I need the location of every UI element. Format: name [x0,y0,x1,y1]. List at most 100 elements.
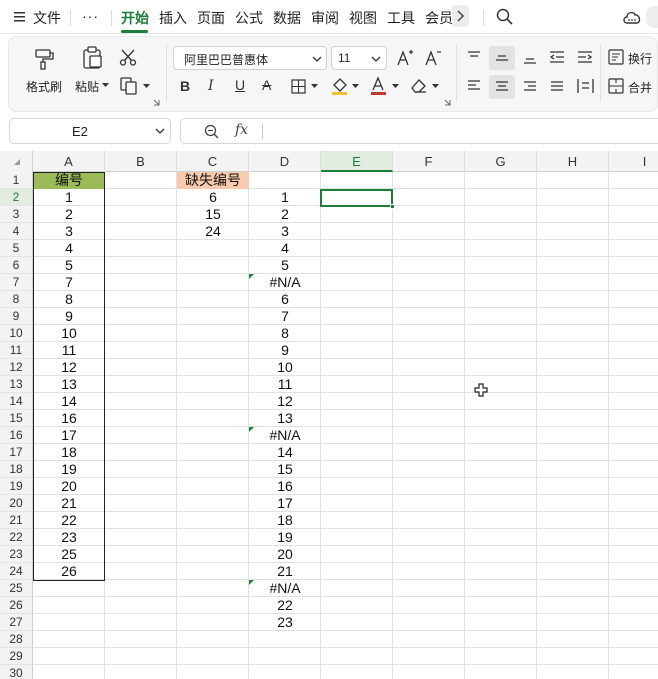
row-header-14[interactable]: 14 [0,393,33,410]
border-icon[interactable] [291,79,306,94]
cell-d12[interactable]: 10 [249,359,321,376]
chevron-down-icon[interactable] [102,83,109,88]
merge-cells-button[interactable]: 合并 [628,79,652,96]
decrease-font-icon[interactable] [425,49,443,67]
cell-a17[interactable]: 18 [33,444,105,461]
chevron-down-icon[interactable] [392,84,399,89]
row-header-3[interactable]: 3 [0,206,33,223]
column-header-c[interactable]: C [177,151,249,172]
cell-d22[interactable]: 19 [249,529,321,546]
cell-d8[interactable]: 6 [249,291,321,308]
eraser-icon[interactable] [410,77,428,94]
header-cell-c1[interactable]: 缺失编号 [177,172,249,189]
column-header-b[interactable]: B [105,151,177,172]
cell-d2[interactable]: 1 [249,189,321,206]
cell-a19[interactable]: 20 [33,478,105,495]
tab-tools[interactable]: 工具 [387,8,415,28]
cell-d17[interactable]: 14 [249,444,321,461]
row-header-2[interactable]: 2 [0,189,33,206]
align-right-icon[interactable] [523,80,537,94]
row-header-17[interactable]: 17 [0,444,33,461]
cell-a24[interactable]: 26 [33,563,105,580]
zoom-icon[interactable] [204,124,220,140]
row-header-28[interactable]: 28 [0,631,33,648]
cell-a3[interactable]: 2 [33,206,105,223]
row-header-23[interactable]: 23 [0,546,33,563]
row-header-11[interactable]: 11 [0,342,33,359]
align-left-icon[interactable] [467,79,481,93]
more-menu[interactable]: ··· [82,8,99,24]
row-header-19[interactable]: 19 [0,478,33,495]
row-header-16[interactable]: 16 [0,427,33,444]
cell-a10[interactable]: 10 [33,325,105,342]
row-header-10[interactable]: 10 [0,325,33,342]
tab-review[interactable]: 审阅 [311,8,339,28]
row-header-26[interactable]: 26 [0,597,33,614]
file-menu[interactable]: 文件 [33,8,61,28]
cell-d20[interactable]: 17 [249,495,321,512]
row-header-9[interactable]: 9 [0,308,33,325]
cell-a7[interactable]: 7 [33,274,105,291]
row-header-30[interactable]: 30 [0,665,33,679]
row-header-21[interactable]: 21 [0,512,33,529]
cell-a12[interactable]: 12 [33,359,105,376]
row-header-15[interactable]: 15 [0,410,33,427]
tab-page[interactable]: 页面 [197,8,225,28]
cell-d7[interactable]: #N/A [249,274,321,291]
fill-color-icon[interactable] [331,76,349,96]
underline-button[interactable]: U [235,77,245,93]
cell-c2[interactable]: 6 [177,189,249,206]
cell-d4[interactable]: 3 [249,223,321,240]
cell-d9[interactable]: 7 [249,308,321,325]
row-header-25[interactable]: 25 [0,580,33,597]
cell-d5[interactable]: 4 [249,240,321,257]
tab-formula[interactable]: 公式 [235,8,263,28]
tab-view[interactable]: 视图 [349,8,377,28]
cell-d23[interactable]: 20 [249,546,321,563]
row-header-1[interactable]: 1 [0,172,33,189]
font-name-select[interactable]: 阿里巴巴普惠体 [173,46,327,70]
cell-a11[interactable]: 11 [33,342,105,359]
font-size-select[interactable]: 11 [331,46,387,70]
column-header-e[interactable]: E [321,151,393,172]
row-header-22[interactable]: 22 [0,529,33,546]
tabs-scroll-right-button[interactable] [452,5,469,27]
cut-icon[interactable] [119,48,137,66]
row-header-13[interactable]: 13 [0,376,33,393]
cell-d27[interactable]: 23 [249,614,321,631]
tab-data[interactable]: 数据 [273,8,301,28]
fill-handle[interactable] [390,204,395,209]
cell-a22[interactable]: 23 [33,529,105,546]
cell-d3[interactable]: 2 [249,206,321,223]
search-icon[interactable] [496,8,513,25]
wrap-text-icon[interactable] [608,49,624,65]
cell-a14[interactable]: 14 [33,393,105,410]
selected-cell-e2[interactable] [320,189,393,207]
cell-d25[interactable]: #N/A [249,580,321,597]
cloud-icon[interactable] [622,8,642,25]
italic-button[interactable]: I [208,78,214,94]
name-box[interactable]: E2 [9,118,171,144]
cell-a18[interactable]: 19 [33,461,105,478]
cell-d11[interactable]: 9 [249,342,321,359]
cell-d26[interactable]: 22 [249,597,321,614]
tab-insert[interactable]: 插入 [159,8,187,28]
merge-cells-icon[interactable] [608,78,624,94]
cell-a5[interactable]: 4 [33,240,105,257]
column-header-d[interactable]: D [249,151,321,172]
cell-a15[interactable]: 16 [33,410,105,427]
row-header-27[interactable]: 27 [0,614,33,631]
strikethrough-button[interactable]: A [262,77,271,93]
chevron-down-icon[interactable] [311,84,318,89]
row-header-24[interactable]: 24 [0,563,33,580]
error-indicator-icon[interactable] [249,274,254,279]
column-header-h[interactable]: H [537,151,609,172]
dialog-launcher-icon[interactable] [153,99,160,106]
chevron-down-icon[interactable] [432,84,439,89]
cell-d16[interactable]: #N/A [249,427,321,444]
hamburger-icon[interactable] [14,11,26,23]
wrap-text-button[interactable]: 换行 [628,50,652,67]
row-header-4[interactable]: 4 [0,223,33,240]
chevron-down-icon[interactable] [143,84,150,89]
cell-d21[interactable]: 18 [249,512,321,529]
